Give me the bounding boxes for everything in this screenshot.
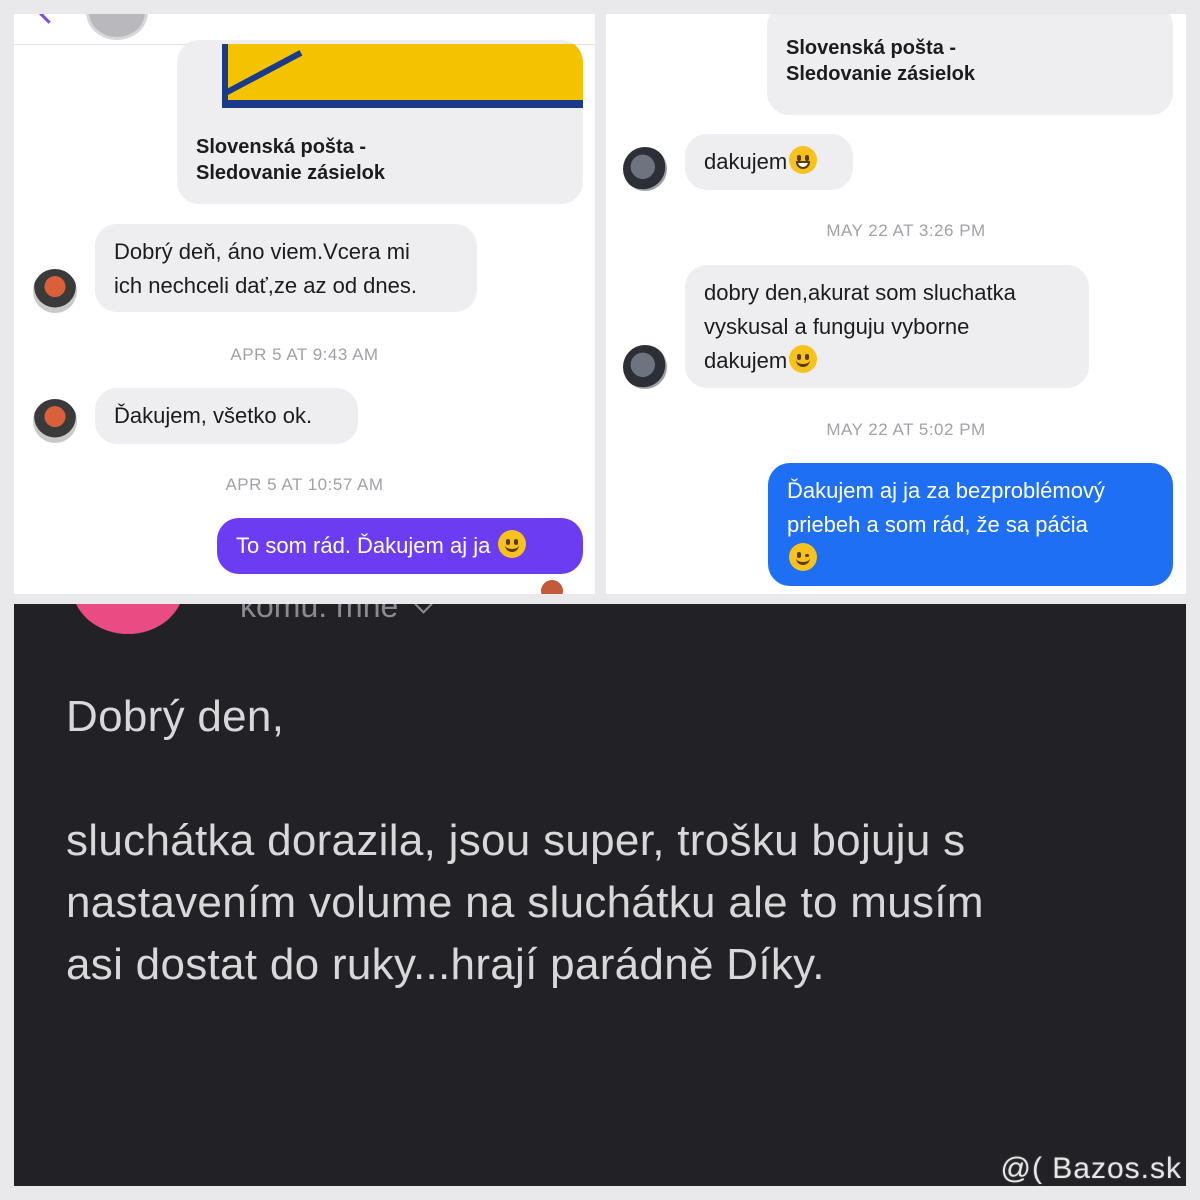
incoming-message: dakujem (685, 134, 853, 190)
timestamp: APR 5 AT 9:43 AM (230, 345, 379, 364)
timestamp: MAY 22 AT 3:26 PM (826, 221, 986, 240)
incoming-message: Ďakujem, všetko ok. (95, 388, 358, 444)
chevron-down-icon (414, 604, 433, 614)
outgoing-message: To som rád. Ďakujem aj ja (217, 518, 583, 574)
left-chat-panel: Slovenská pošta - Sledovanie zásielok Do… (14, 14, 595, 594)
outgoing-message: Ďakujem aj ja za bezproblémový priebeh a… (768, 463, 1173, 586)
link-preview-title: Slovenská pošta - Sledovanie zásielok (196, 136, 385, 184)
read-receipt-avatar (541, 580, 563, 594)
watermark: @( Bazos.sk (1000, 1152, 1182, 1185)
link-preview-title: Slovenská pošta - Sledovanie zásielok (786, 37, 975, 85)
sender-avatar[interactable] (623, 345, 667, 389)
email-body: sluchátka dorazila, jsou super, trošku b… (66, 816, 984, 989)
incoming-message: dobry den,akurat som sluchatka vyskusal … (685, 265, 1089, 388)
right-chat-panel: Slovenská pošta - Sledovanie zásielok da… (606, 14, 1186, 594)
incoming-message: Dobrý deň, áno viem.Vcera mi ich nechcel… (95, 224, 477, 312)
sender-avatar[interactable] (623, 147, 667, 191)
sender-avatar[interactable] (72, 604, 184, 634)
back-chevron-icon[interactable] (39, 14, 58, 24)
timestamp: MAY 22 AT 5:02 PM (826, 420, 986, 439)
grin-emoji-icon (789, 146, 818, 174)
sender-avatar[interactable] (33, 269, 77, 313)
timestamp: APR 5 AT 10:57 AM (225, 475, 384, 494)
smile-emoji-icon (789, 345, 818, 373)
wink-emoji-icon (789, 543, 817, 571)
link-preview-card[interactable]: Slovenská pošta - Sledovanie zásielok (177, 40, 583, 204)
email-greeting: Dobrý den, (66, 692, 285, 741)
recipient-line[interactable]: komu: mne (240, 604, 433, 626)
link-preview-card[interactable]: Slovenská pošta - Sledovanie zásielok (767, 14, 1173, 115)
link-preview-image (222, 44, 583, 108)
smile-emoji-icon (498, 530, 527, 558)
email-panel: komu: mne Dobrý den, sluchátka dorazila,… (14, 604, 1186, 1186)
sender-avatar[interactable] (33, 399, 77, 443)
contact-avatar[interactable] (86, 14, 148, 40)
